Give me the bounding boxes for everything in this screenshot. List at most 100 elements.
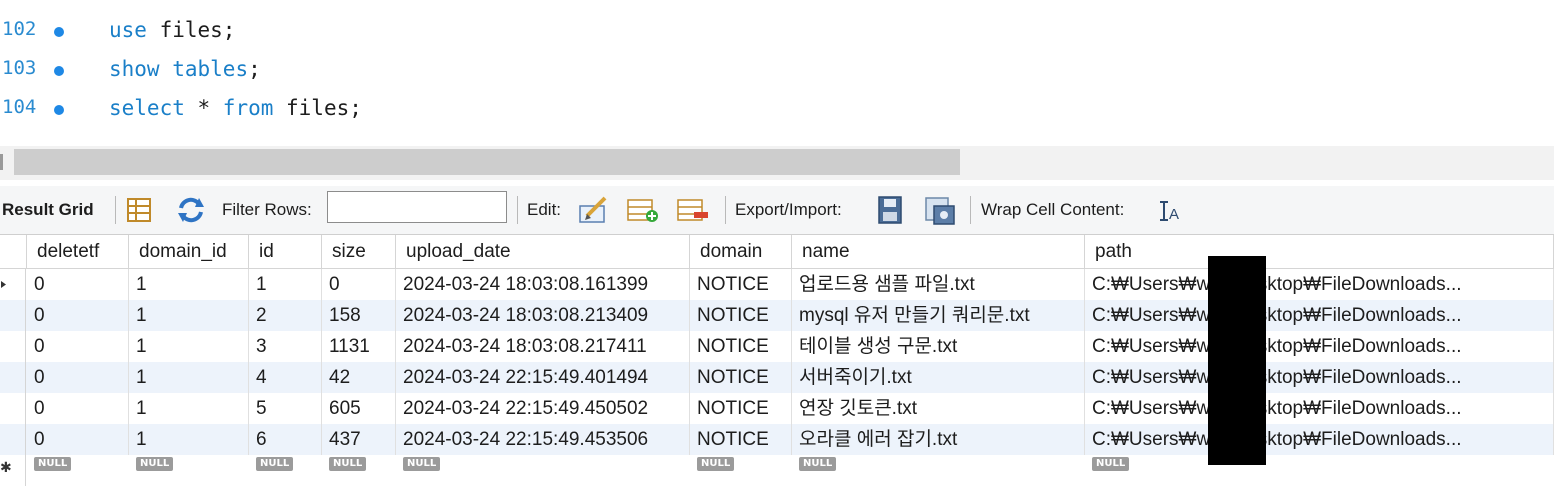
cell-null[interactable]: NULL <box>249 455 322 486</box>
row-selector[interactable]: ✱ <box>0 455 26 486</box>
table-row[interactable]: 0 1 1 0 2024-03-24 18:03:08.161399 NOTICE 업로드용… <box>0 269 1554 300</box>
cell-name[interactable]: 업로드용 샘플 파일.txt <box>792 269 1085 300</box>
cell-null[interactable]: NULL <box>792 455 1085 486</box>
row-selector[interactable] <box>0 269 26 300</box>
refresh-icon[interactable] <box>174 194 208 226</box>
result-grid-label[interactable]: Result Grid <box>2 186 94 234</box>
cell-domain[interactable]: NOTICE <box>690 269 792 300</box>
cell-null[interactable]: NULL <box>27 455 129 486</box>
table-row[interactable]: 0 1 6 437 2024-03-24 22:15:49.453506 NOTICE 오라… <box>0 424 1554 455</box>
cell-name[interactable]: 연장 깃토큰.txt <box>792 393 1085 424</box>
code-line[interactable]: 104 select * from files; <box>0 96 1554 126</box>
cell-deletetf[interactable]: 0 <box>27 424 129 455</box>
cell-size[interactable]: 42 <box>322 362 396 393</box>
table-row[interactable]: 0 1 2 158 2024-03-24 18:03:08.213409 NOTICE my… <box>0 300 1554 331</box>
cell-deletetf[interactable]: 0 <box>27 362 129 393</box>
statement-marker-icon[interactable] <box>54 27 64 37</box>
sql-editor[interactable]: 101 102 use files; 103 show tables; 104 selec… <box>0 0 1554 140</box>
wrap-text-icon[interactable]: A <box>1156 194 1190 226</box>
svg-text:A: A <box>1169 206 1179 223</box>
cell-path[interactable]: C:₩Users₩w ₩Desktop₩FileDownloads... <box>1085 300 1554 331</box>
cell-domain-id[interactable]: 1 <box>129 393 249 424</box>
grid-form-icon[interactable] <box>124 194 158 226</box>
cell-domain[interactable]: NOTICE <box>690 424 792 455</box>
new-row-placeholder[interactable]: ✱ NULL NULL NULL NULL NULL NULL NULL NULL <box>0 455 1554 486</box>
statement-marker-icon[interactable] <box>54 66 64 76</box>
cell-size[interactable]: 158 <box>322 300 396 331</box>
cell-path[interactable]: C:₩Users₩w ₩Desktop₩FileDownloads... <box>1085 362 1554 393</box>
cell-null[interactable]: NULL <box>690 455 792 486</box>
cell-deletetf[interactable]: 0 <box>27 269 129 300</box>
cell-upload-date[interactable]: 2024-03-24 22:15:49.401494 <box>396 362 690 393</box>
statement-marker-icon[interactable] <box>54 105 64 115</box>
cell-domain-id[interactable]: 1 <box>129 300 249 331</box>
column-header-domain[interactable]: domain <box>690 235 792 268</box>
code-line[interactable]: 103 show tables; <box>0 57 1554 87</box>
cell-path[interactable]: C:₩Users₩w ₩Desktop₩FileDownloads... <box>1085 393 1554 424</box>
cell-name[interactable]: 테이블 생성 구문.txt <box>792 331 1085 362</box>
row-selector[interactable] <box>0 300 26 331</box>
cell-deletetf[interactable]: 0 <box>27 393 129 424</box>
column-header-id[interactable]: id <box>249 235 322 268</box>
cell-deletetf[interactable]: 0 <box>27 331 129 362</box>
table-row[interactable]: 0 1 4 42 2024-03-24 22:15:49.401494 NOTICE 서버죽… <box>0 362 1554 393</box>
row-selector[interactable] <box>0 331 26 362</box>
cell-null[interactable]: NULL <box>396 455 690 486</box>
column-header-path[interactable]: path <box>1085 235 1554 268</box>
export-icon[interactable] <box>873 194 907 226</box>
cell-size[interactable]: 437 <box>322 424 396 455</box>
column-header-size[interactable]: size <box>322 235 396 268</box>
column-header-upload-date[interactable]: upload_date <box>396 235 690 268</box>
cell-domain-id[interactable]: 1 <box>129 424 249 455</box>
cell-id[interactable]: 2 <box>249 300 322 331</box>
cell-domain-id[interactable]: 1 <box>129 362 249 393</box>
scrollbar-thumb[interactable] <box>14 149 960 175</box>
cell-path[interactable]: C:₩Users₩w ₩Desktop₩FileDownloads... <box>1085 269 1554 300</box>
cell-id[interactable]: 6 <box>249 424 322 455</box>
table-row[interactable]: 0 1 3 1131 2024-03-24 18:03:08.217411 NOTICE 테… <box>0 331 1554 362</box>
cell-domain[interactable]: NOTICE <box>690 362 792 393</box>
cell-upload-date[interactable]: 2024-03-24 22:15:49.453506 <box>396 424 690 455</box>
cell-id[interactable]: 3 <box>249 331 322 362</box>
cell-domain[interactable]: NOTICE <box>690 393 792 424</box>
row-selector[interactable] <box>0 362 26 393</box>
cell-null[interactable]: NULL <box>1085 455 1554 486</box>
splitter-handle[interactable] <box>0 154 3 170</box>
column-header-name[interactable]: name <box>792 235 1085 268</box>
column-header-domain-id[interactable]: domain_id <box>129 235 249 268</box>
cell-id[interactable]: 4 <box>249 362 322 393</box>
cell-domain[interactable]: NOTICE <box>690 331 792 362</box>
insert-row-icon[interactable] <box>626 194 660 226</box>
cell-domain[interactable]: NOTICE <box>690 300 792 331</box>
code-line[interactable]: 102 use files; <box>0 18 1554 48</box>
cell-domain-id[interactable]: 1 <box>129 331 249 362</box>
table-row[interactable]: 0 1 5 605 2024-03-24 22:15:49.450502 NOTICE 연장… <box>0 393 1554 424</box>
cell-size[interactable]: 1131 <box>322 331 396 362</box>
cell-null[interactable]: NULL <box>322 455 396 486</box>
row-selector[interactable] <box>0 424 26 455</box>
edit-cell-icon[interactable] <box>577 194 611 226</box>
cell-size[interactable]: 605 <box>322 393 396 424</box>
cell-upload-date[interactable]: 2024-03-24 22:15:49.450502 <box>396 393 690 424</box>
cell-upload-date[interactable]: 2024-03-24 18:03:08.161399 <box>396 269 690 300</box>
cell-domain-id[interactable]: 1 <box>129 269 249 300</box>
import-icon[interactable] <box>922 194 956 226</box>
cell-path[interactable]: C:₩Users₩w ₩Desktop₩FileDownloads... <box>1085 424 1554 455</box>
row-selector[interactable] <box>0 393 26 424</box>
cell-id[interactable]: 5 <box>249 393 322 424</box>
cell-deletetf[interactable]: 0 <box>27 300 129 331</box>
filter-rows-input[interactable] <box>327 191 507 223</box>
cell-upload-date[interactable]: 2024-03-24 18:03:08.217411 <box>396 331 690 362</box>
cell-name[interactable]: mysql 유저 만들기 쿼리문.txt <box>792 300 1085 331</box>
cell-path[interactable]: C:₩Users₩w ₩Desktop₩FileDownloads... <box>1085 331 1554 362</box>
cell-size[interactable]: 0 <box>322 269 396 300</box>
column-header-deletetf[interactable]: deletetf <box>27 235 129 268</box>
cell-name[interactable]: 오라클 에러 잡기.txt <box>792 424 1085 455</box>
cell-name[interactable]: 서버죽이기.txt <box>792 362 1085 393</box>
cell-id[interactable]: 1 <box>249 269 322 300</box>
editor-horizontal-scrollbar[interactable] <box>0 146 1554 180</box>
delete-row-icon[interactable] <box>676 194 710 226</box>
cell-null[interactable]: NULL <box>129 455 249 486</box>
cell-upload-date[interactable]: 2024-03-24 18:03:08.213409 <box>396 300 690 331</box>
result-grid[interactable]: deletetf domain_id id size upload_date domain… <box>0 234 1554 497</box>
